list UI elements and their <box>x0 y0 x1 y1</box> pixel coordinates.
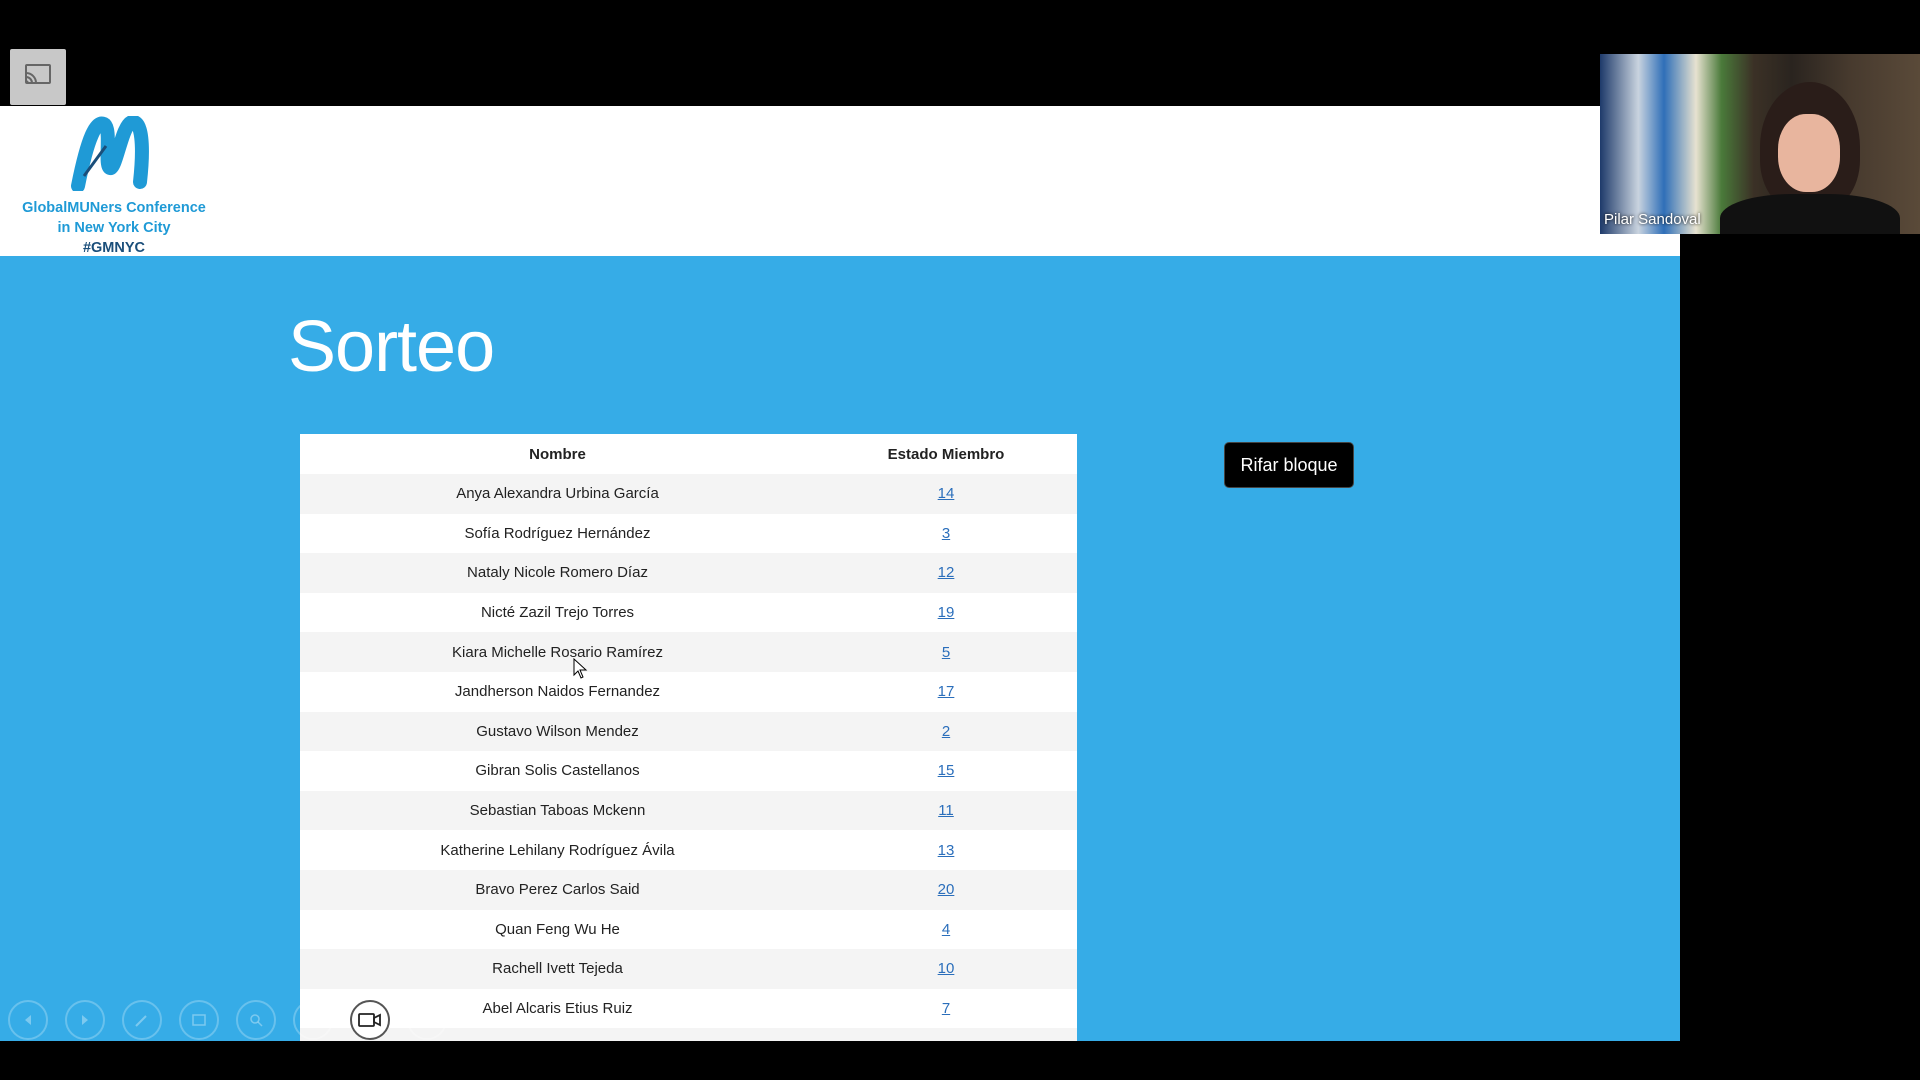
member-state-link[interactable]: 15 <box>938 762 955 779</box>
raffle-table: Nombre Estado Miembro Anya Alexandra Urb… <box>300 434 1077 1041</box>
column-header-name: Nombre <box>529 445 586 463</box>
member-state-cell: 15 <box>815 751 1077 791</box>
table-row: Kiara Michelle Rosario Ramírez 5 <box>300 632 1077 672</box>
prev-slide-button[interactable] <box>8 1000 48 1040</box>
participant-name-cell: Rachell Ivett Tejeda <box>300 949 815 989</box>
participant-name-cell: Katherine Lehilany Rodríguez Ávila <box>300 830 815 870</box>
zoom-icon <box>250 1014 263 1027</box>
prev-icon <box>25 1015 31 1025</box>
member-state-link[interactable]: 4 <box>942 921 950 938</box>
more-button[interactable] <box>407 1000 447 1040</box>
raffle-block-button[interactable]: Rifar bloque <box>1224 442 1354 488</box>
slides-icon <box>192 1014 206 1026</box>
logo-line-2: in New York City <box>57 220 171 236</box>
table-row: Gustavo Wilson Mendez 2 <box>300 711 1077 752</box>
member-state-cell: 7 <box>815 988 1077 1029</box>
participant-name-cell: Quan Feng Wu He <box>300 909 815 950</box>
member-state-link[interactable]: 7 <box>942 1000 950 1017</box>
table-row: Anya Alexandra Urbina García 14 <box>300 474 1077 514</box>
participant-body <box>1720 194 1900 234</box>
zoom-button[interactable] <box>236 1000 276 1040</box>
next-icon <box>82 1015 88 1025</box>
next-slide-button[interactable] <box>65 1000 105 1040</box>
conference-logo: GlobalMUNers Conference in New York City… <box>14 116 214 256</box>
pen-button[interactable] <box>122 1000 162 1040</box>
member-state-link[interactable]: 12 <box>938 564 955 581</box>
member-state-cell: 8 <box>815 1028 1077 1041</box>
table-header-row: Nombre Estado Miembro <box>300 434 1077 474</box>
camera-button[interactable] <box>350 1000 390 1040</box>
participant-video[interactable]: Pilar Sandoval <box>1600 54 1920 234</box>
member-state-link[interactable]: 2 <box>942 723 950 740</box>
member-state-cell: 2 <box>815 711 1077 752</box>
cast-icon <box>24 63 52 92</box>
pen-icon <box>135 1015 147 1027</box>
slides-button[interactable] <box>179 1000 219 1040</box>
presentation-toolbar <box>0 1000 460 1044</box>
participant-name-cell: Nataly Nicole Romero Díaz <box>300 553 815 593</box>
member-state-cell: 19 <box>815 592 1077 633</box>
member-state-link[interactable]: 3 <box>942 525 950 542</box>
participant-name-cell: Anya Alexandra Urbina García <box>300 474 815 514</box>
table-row: Jandherson Naidos Fernandez 17 <box>300 671 1077 712</box>
table-row: Gibran Solis Castellanos 15 <box>300 751 1077 791</box>
table-row: Sofía Rodríguez Hernández 3 <box>300 513 1077 554</box>
member-state-link[interactable]: 8 <box>942 1040 950 1041</box>
cast-button[interactable] <box>10 49 66 105</box>
table-row: Quan Feng Wu He 4 <box>300 909 1077 950</box>
member-state-cell: 10 <box>815 949 1077 989</box>
participant-name-cell: Bravo Perez Carlos Said <box>300 869 815 910</box>
table-row: Rachell Ivett Tejeda 10 <box>300 949 1077 989</box>
mouse-cursor-icon <box>573 658 588 679</box>
member-state-link[interactable]: 19 <box>938 604 955 621</box>
member-state-cell: 3 <box>815 513 1077 554</box>
more-icon <box>419 1018 435 1022</box>
table-row: Nicté Zazil Trejo Torres 19 <box>300 592 1077 633</box>
table-row: Nataly Nicole Romero Díaz 12 <box>300 553 1077 593</box>
member-state-cell: 17 <box>815 671 1077 712</box>
participant-name-cell: Sofía Rodríguez Hernández <box>300 513 815 554</box>
member-state-link[interactable]: 14 <box>938 485 955 502</box>
member-state-cell: 13 <box>815 830 1077 870</box>
member-state-cell: 4 <box>815 909 1077 950</box>
participant-face <box>1778 114 1840 192</box>
subtitles-button[interactable] <box>293 1000 333 1040</box>
subtitles-icon <box>306 1015 320 1025</box>
logo-hashtag: #GMNYC <box>82 240 146 256</box>
member-state-cell: 12 <box>815 553 1077 593</box>
member-state-cell: 5 <box>815 632 1077 672</box>
member-state-link[interactable]: 20 <box>938 881 955 898</box>
slide-body: Sorteo Nombre Estado Miembro Anya Alexan… <box>0 256 1680 1041</box>
logo-icon <box>71 116 149 191</box>
participant-name-cell: Jandherson Naidos Fernandez <box>300 671 815 712</box>
participant-name: Pilar Sandoval <box>1604 211 1701 228</box>
participant-name-cell: Kiara Michelle Rosario Ramírez <box>300 632 815 672</box>
member-state-link[interactable]: 11 <box>938 802 954 819</box>
column-header-member-state: Estado Miembro <box>887 445 1005 463</box>
slide-header: GlobalMUNers Conference in New York City… <box>0 106 1680 256</box>
member-state-cell: 14 <box>815 474 1077 514</box>
participant-name-cell: Gustavo Wilson Mendez <box>300 711 815 752</box>
table-row: Bravo Perez Carlos Said 20 <box>300 869 1077 910</box>
participant-name-cell: Nicté Zazil Trejo Torres <box>300 592 815 633</box>
participant-name-cell: Sebastian Taboas Mckenn <box>300 790 815 831</box>
member-state-link[interactable]: 5 <box>942 644 950 661</box>
member-state-link[interactable]: 13 <box>938 842 955 859</box>
member-state-link[interactable]: 10 <box>938 960 955 977</box>
member-state-link[interactable]: 17 <box>938 683 955 700</box>
member-state-cell: 11 <box>815 790 1077 831</box>
table-row: Sebastian Taboas Mckenn 11 <box>300 790 1077 831</box>
slide-title: Sorteo <box>288 307 495 387</box>
camera-icon <box>358 1013 381 1027</box>
member-state-cell: 20 <box>815 869 1077 910</box>
participant-name-cell: Gibran Solis Castellanos <box>300 751 815 791</box>
table-row: Katherine Lehilany Rodríguez Ávila 13 <box>300 830 1077 870</box>
logo-line-1: GlobalMUNers Conference <box>22 200 206 216</box>
